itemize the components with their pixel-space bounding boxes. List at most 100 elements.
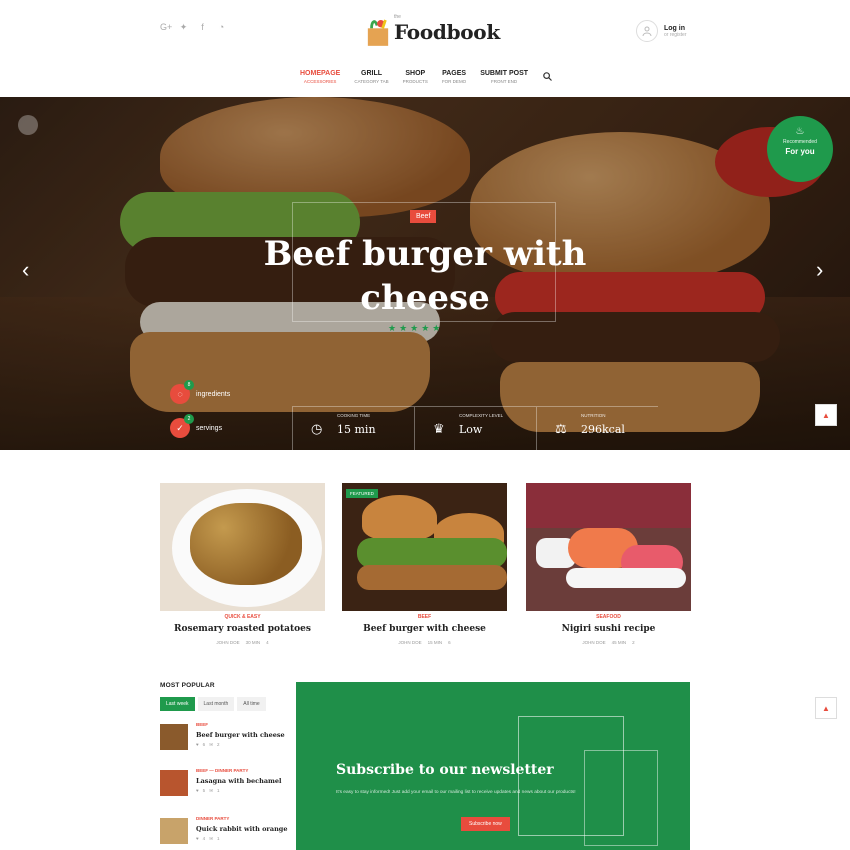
nav-label: PAGES: [442, 70, 467, 77]
popular-item[interactable]: BEEF Beef burger with cheese ♥ 6 ✉ 2: [160, 722, 285, 752]
newsletter-section: Subscribe to our newsletter It's easy to…: [296, 682, 690, 850]
card-meta: JOHN DOE 30 MIN 4: [160, 640, 325, 645]
card-category[interactable]: SEAFOOD: [526, 614, 691, 620]
popular-meta: ♥ 6 ✉ 2: [196, 742, 219, 748]
recipe-card[interactable]: FEATURED BEEF Beef burger with cheese JO…: [342, 483, 507, 645]
hero-slider: ‹ › ♨ Recommended For you Beef Beef burg…: [0, 97, 850, 450]
card-title[interactable]: Rosemary roasted potatoes: [160, 624, 325, 634]
popular-item[interactable]: BEEF — DINNER PARTY Lasagna with bechame…: [160, 768, 282, 798]
recipe-card[interactable]: QUICK & EASY Rosemary roasted potatoes J…: [160, 483, 325, 645]
ingredients-button[interactable]: ◌ 8 ingredients: [170, 380, 230, 406]
burger-bun: [362, 495, 437, 540]
chevron-left-icon[interactable]: ‹: [22, 257, 29, 283]
clock-icon: ◷: [311, 421, 323, 436]
recommended-badge[interactable]: ♨ Recommended For you: [767, 116, 833, 182]
featured-badge: FEATURED: [346, 489, 378, 498]
card-likes: 4: [266, 640, 269, 645]
servings-icon: ✓ 2: [170, 414, 194, 438]
twitter-icon[interactable]: ✦: [179, 22, 188, 33]
site-logo[interactable]: Foodbook: [366, 16, 500, 48]
card-author: JOHN DOE: [216, 640, 240, 645]
stat-value: 15 min: [337, 423, 376, 436]
nav-sub: ACCESSORIES: [303, 79, 337, 84]
recipe-card[interactable]: SEAFOOD Nigiri sushi recipe JOHN DOE 45 …: [526, 483, 691, 645]
card-likes: 6: [448, 640, 451, 645]
card-image-burger: FEATURED: [342, 483, 507, 611]
card-category[interactable]: QUICK & EASY: [160, 614, 325, 620]
logo-text: Foodbook: [394, 20, 500, 44]
burger-filling: [357, 538, 507, 568]
card-meta: JOHN DOE 45 MIN 2: [526, 640, 691, 645]
card-image-sushi: [526, 483, 691, 611]
card-likes: 2: [632, 640, 635, 645]
scroll-up-button-bottom[interactable]: ▲: [815, 697, 837, 719]
login-link[interactable]: Log in or register: [636, 20, 687, 42]
stat-value: Low: [459, 423, 483, 436]
tab-all-time[interactable]: All time: [237, 697, 266, 711]
stat-value: 296kcal: [581, 423, 625, 436]
google-plus-icon[interactable]: G+: [160, 22, 172, 33]
tab-last-month[interactable]: Last month: [197, 697, 235, 711]
card-category[interactable]: BEEF: [342, 614, 507, 620]
popular-thumb: [160, 818, 188, 844]
popular-thumb: [160, 770, 188, 796]
popular-item[interactable]: DINNER PARTY Quick rabbit with orange ♥ 4…: [160, 816, 287, 846]
bell-icon: ♨: [795, 126, 805, 137]
card-author: JOHN DOE: [398, 640, 422, 645]
nav-sub: FRONT END: [491, 79, 518, 84]
nav-item-grill[interactable]: GRILL CATEGORY TAB: [354, 70, 388, 84]
subscribe-button[interactable]: Subscribe now: [461, 817, 510, 831]
servings-button[interactable]: ✓ 2 servings: [170, 414, 230, 440]
nav-sub: CATEGORY TAB: [354, 79, 389, 84]
chef-hat-icon: ♛: [433, 421, 445, 436]
popular-category: BEEF — DINNER PARTY: [196, 768, 249, 773]
newsletter-title: Subscribe to our newsletter: [336, 762, 554, 778]
tab-last-week[interactable]: Last week: [160, 697, 195, 711]
category-tag[interactable]: Beef: [410, 210, 437, 223]
popular-title: Beef burger with cheese: [196, 731, 285, 739]
stat-label: COOKING TIME: [337, 413, 371, 418]
popular-meta: ♥ 4 ✉ 1: [196, 836, 219, 842]
heart-icon: ♥: [196, 836, 199, 841]
potatoes: [190, 503, 302, 585]
popular-comments: 1: [216, 836, 220, 841]
heart-icon: ♥: [196, 742, 199, 747]
slider-dot[interactable]: [18, 115, 38, 135]
hero-title-line1: Beef burger with: [263, 234, 587, 274]
servings-label: servings: [196, 424, 223, 432]
popular-comments: 1: [216, 788, 220, 793]
hero-title[interactable]: Beef burger with cheese: [225, 232, 625, 320]
nav-label: GRILL: [361, 70, 382, 77]
popular-tabs: Last week Last month All time: [160, 697, 280, 711]
grocery-bag-icon: [367, 19, 389, 46]
badge-sub: Recommended: [783, 139, 817, 145]
popular-thumb: [160, 724, 188, 750]
site-header: G+ ✦ f ◔ the Foodbook Log in or register…: [0, 0, 850, 97]
decor-square: [584, 750, 658, 846]
facebook-icon[interactable]: f: [198, 22, 207, 33]
popular-category: BEEF: [196, 722, 209, 727]
popular-category: DINNER PARTY: [196, 816, 230, 821]
scroll-up-button[interactable]: ▲: [815, 404, 837, 426]
popular-title: Lasagna with bechamel: [196, 777, 282, 785]
card-title[interactable]: Beef burger with cheese: [342, 624, 507, 634]
stat-cooking-time: ◷ COOKING TIME 15 min: [292, 407, 414, 450]
sushi-top: [526, 483, 691, 528]
user-icon: [636, 20, 658, 42]
nav-item-homepage[interactable]: HOMEPAGE ACCESSORIES: [300, 70, 340, 84]
social-links: G+ ✦ f ◔: [160, 22, 226, 33]
nav-item-shop[interactable]: SHOP PRODUCTS: [403, 70, 428, 84]
popular-likes: 5: [202, 788, 206, 793]
search-icon[interactable]: [543, 72, 552, 81]
nav-item-submit-post[interactable]: SUBMIT POST FRONT END: [480, 70, 528, 84]
card-author: JOHN DOE: [582, 640, 606, 645]
ingredients-count: 8: [184, 380, 194, 390]
card-title[interactable]: Nigiri sushi recipe: [526, 624, 691, 634]
heart-icon: ♥: [196, 788, 199, 793]
chevron-right-icon[interactable]: ›: [816, 257, 823, 283]
login-label: Log in: [664, 24, 685, 32]
nav-sub: FOR DEMO: [441, 79, 467, 84]
nav-item-pages[interactable]: PAGES FOR DEMO: [442, 70, 466, 84]
card-image-potatoes: [160, 483, 325, 611]
rss-icon[interactable]: ◔: [217, 22, 226, 33]
